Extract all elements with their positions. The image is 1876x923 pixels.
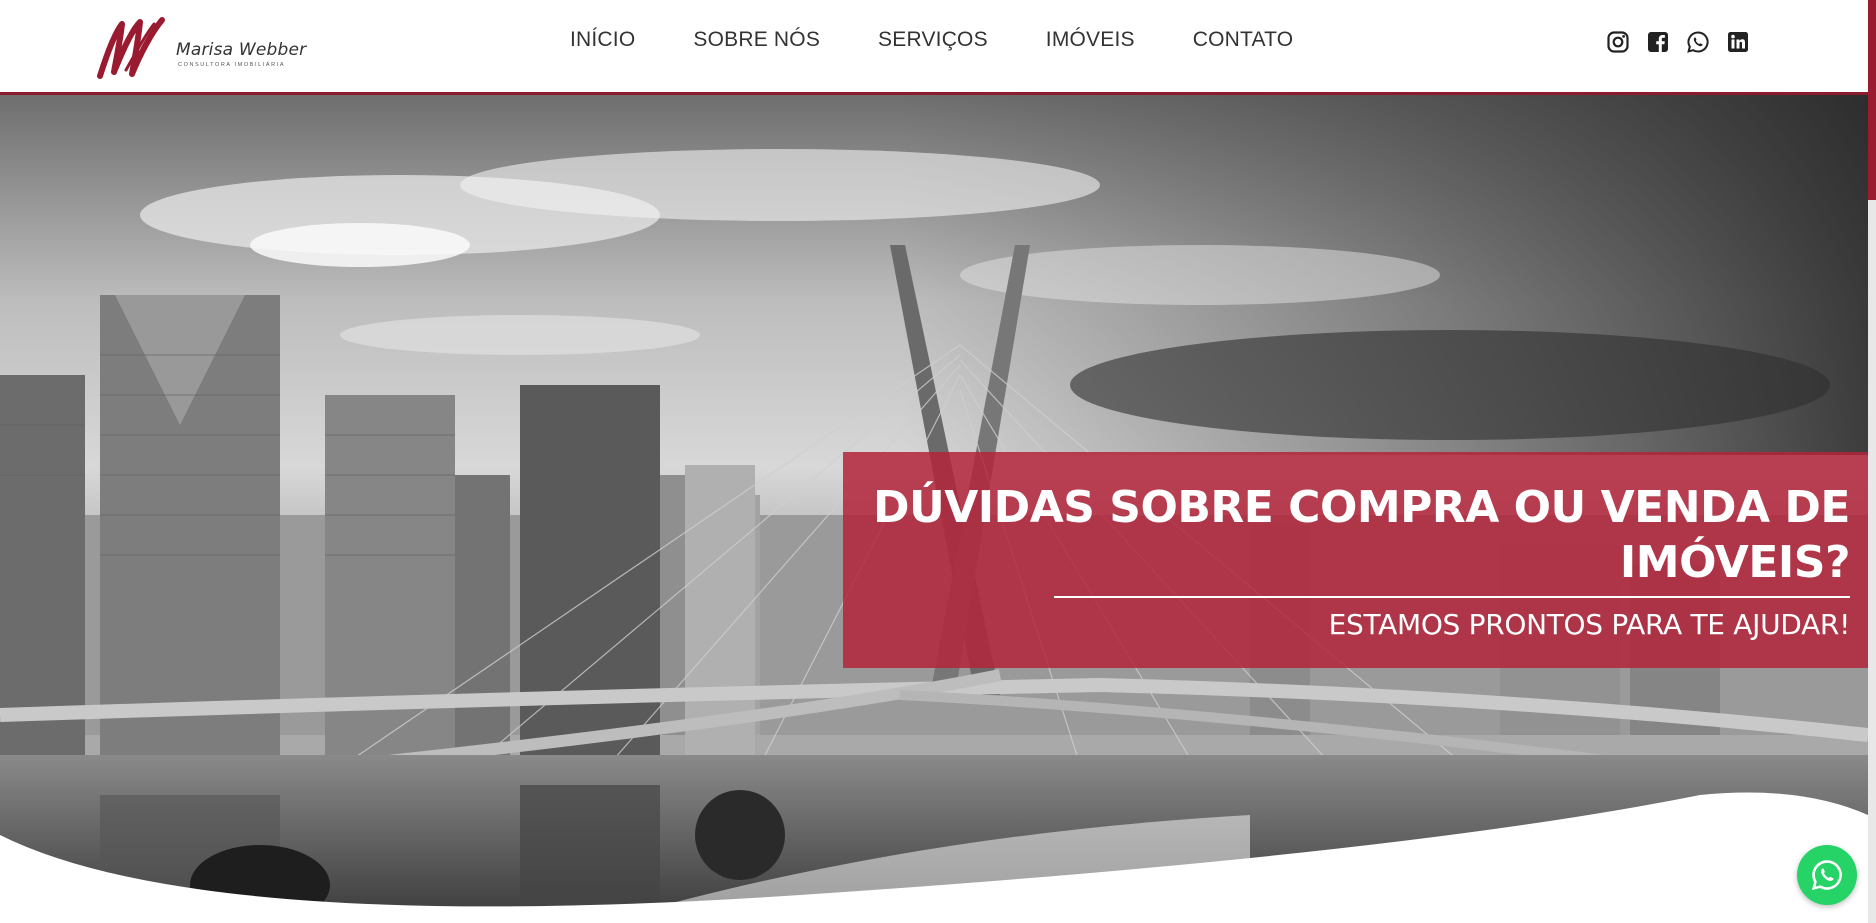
facebook-icon[interactable] (1646, 30, 1670, 54)
nav-imoveis[interactable]: IMÓVEIS (1046, 28, 1135, 52)
whatsapp-icon[interactable] (1686, 30, 1710, 54)
side-accent-bar (1868, 0, 1876, 200)
brand-tagline: CONSULTORA IMOBILIÁRIA (178, 62, 286, 68)
whatsapp-float-button[interactable] (1797, 845, 1857, 905)
whatsapp-icon (1811, 860, 1842, 891)
brand-logo[interactable]: Marisa Webber CONSULTORA IMOBILIÁRIA (96, 12, 306, 82)
hero-divider (1054, 596, 1850, 598)
scrollbar-track[interactable] (1868, 200, 1876, 923)
instagram-icon[interactable] (1606, 30, 1630, 54)
nav-servicos[interactable]: SERVIÇOS (878, 28, 988, 52)
nav-inicio[interactable]: INÍCIO (570, 28, 635, 52)
hero-subtitle: ESTAMOS PRONTOS PARA TE AJUDAR! (1328, 608, 1851, 641)
hero-callout: DÚVIDAS SOBRE COMPRA OU VENDA DE IMÓVEIS… (843, 452, 1868, 668)
linkedin-icon[interactable] (1726, 30, 1750, 54)
main-nav: INÍCIO SOBRE NÓS SERVIÇOS IMÓVEIS CONTAT… (570, 28, 1351, 52)
nav-sobre-nos[interactable]: SOBRE NÓS (693, 28, 820, 52)
hero-section: DÚVIDAS SOBRE COMPRA OU VENDA DE IMÓVEIS… (0, 95, 1868, 923)
nav-contato[interactable]: CONTATO (1193, 28, 1294, 52)
brand-name: Marisa Webber (176, 40, 307, 60)
social-links (1606, 30, 1750, 54)
hero-title: DÚVIDAS SOBRE COMPRA OU VENDA DE IMÓVEIS… (873, 482, 1851, 588)
site-header: Marisa Webber CONSULTORA IMOBILIÁRIA INÍ… (0, 0, 1868, 95)
logo-mark-icon (97, 17, 165, 79)
